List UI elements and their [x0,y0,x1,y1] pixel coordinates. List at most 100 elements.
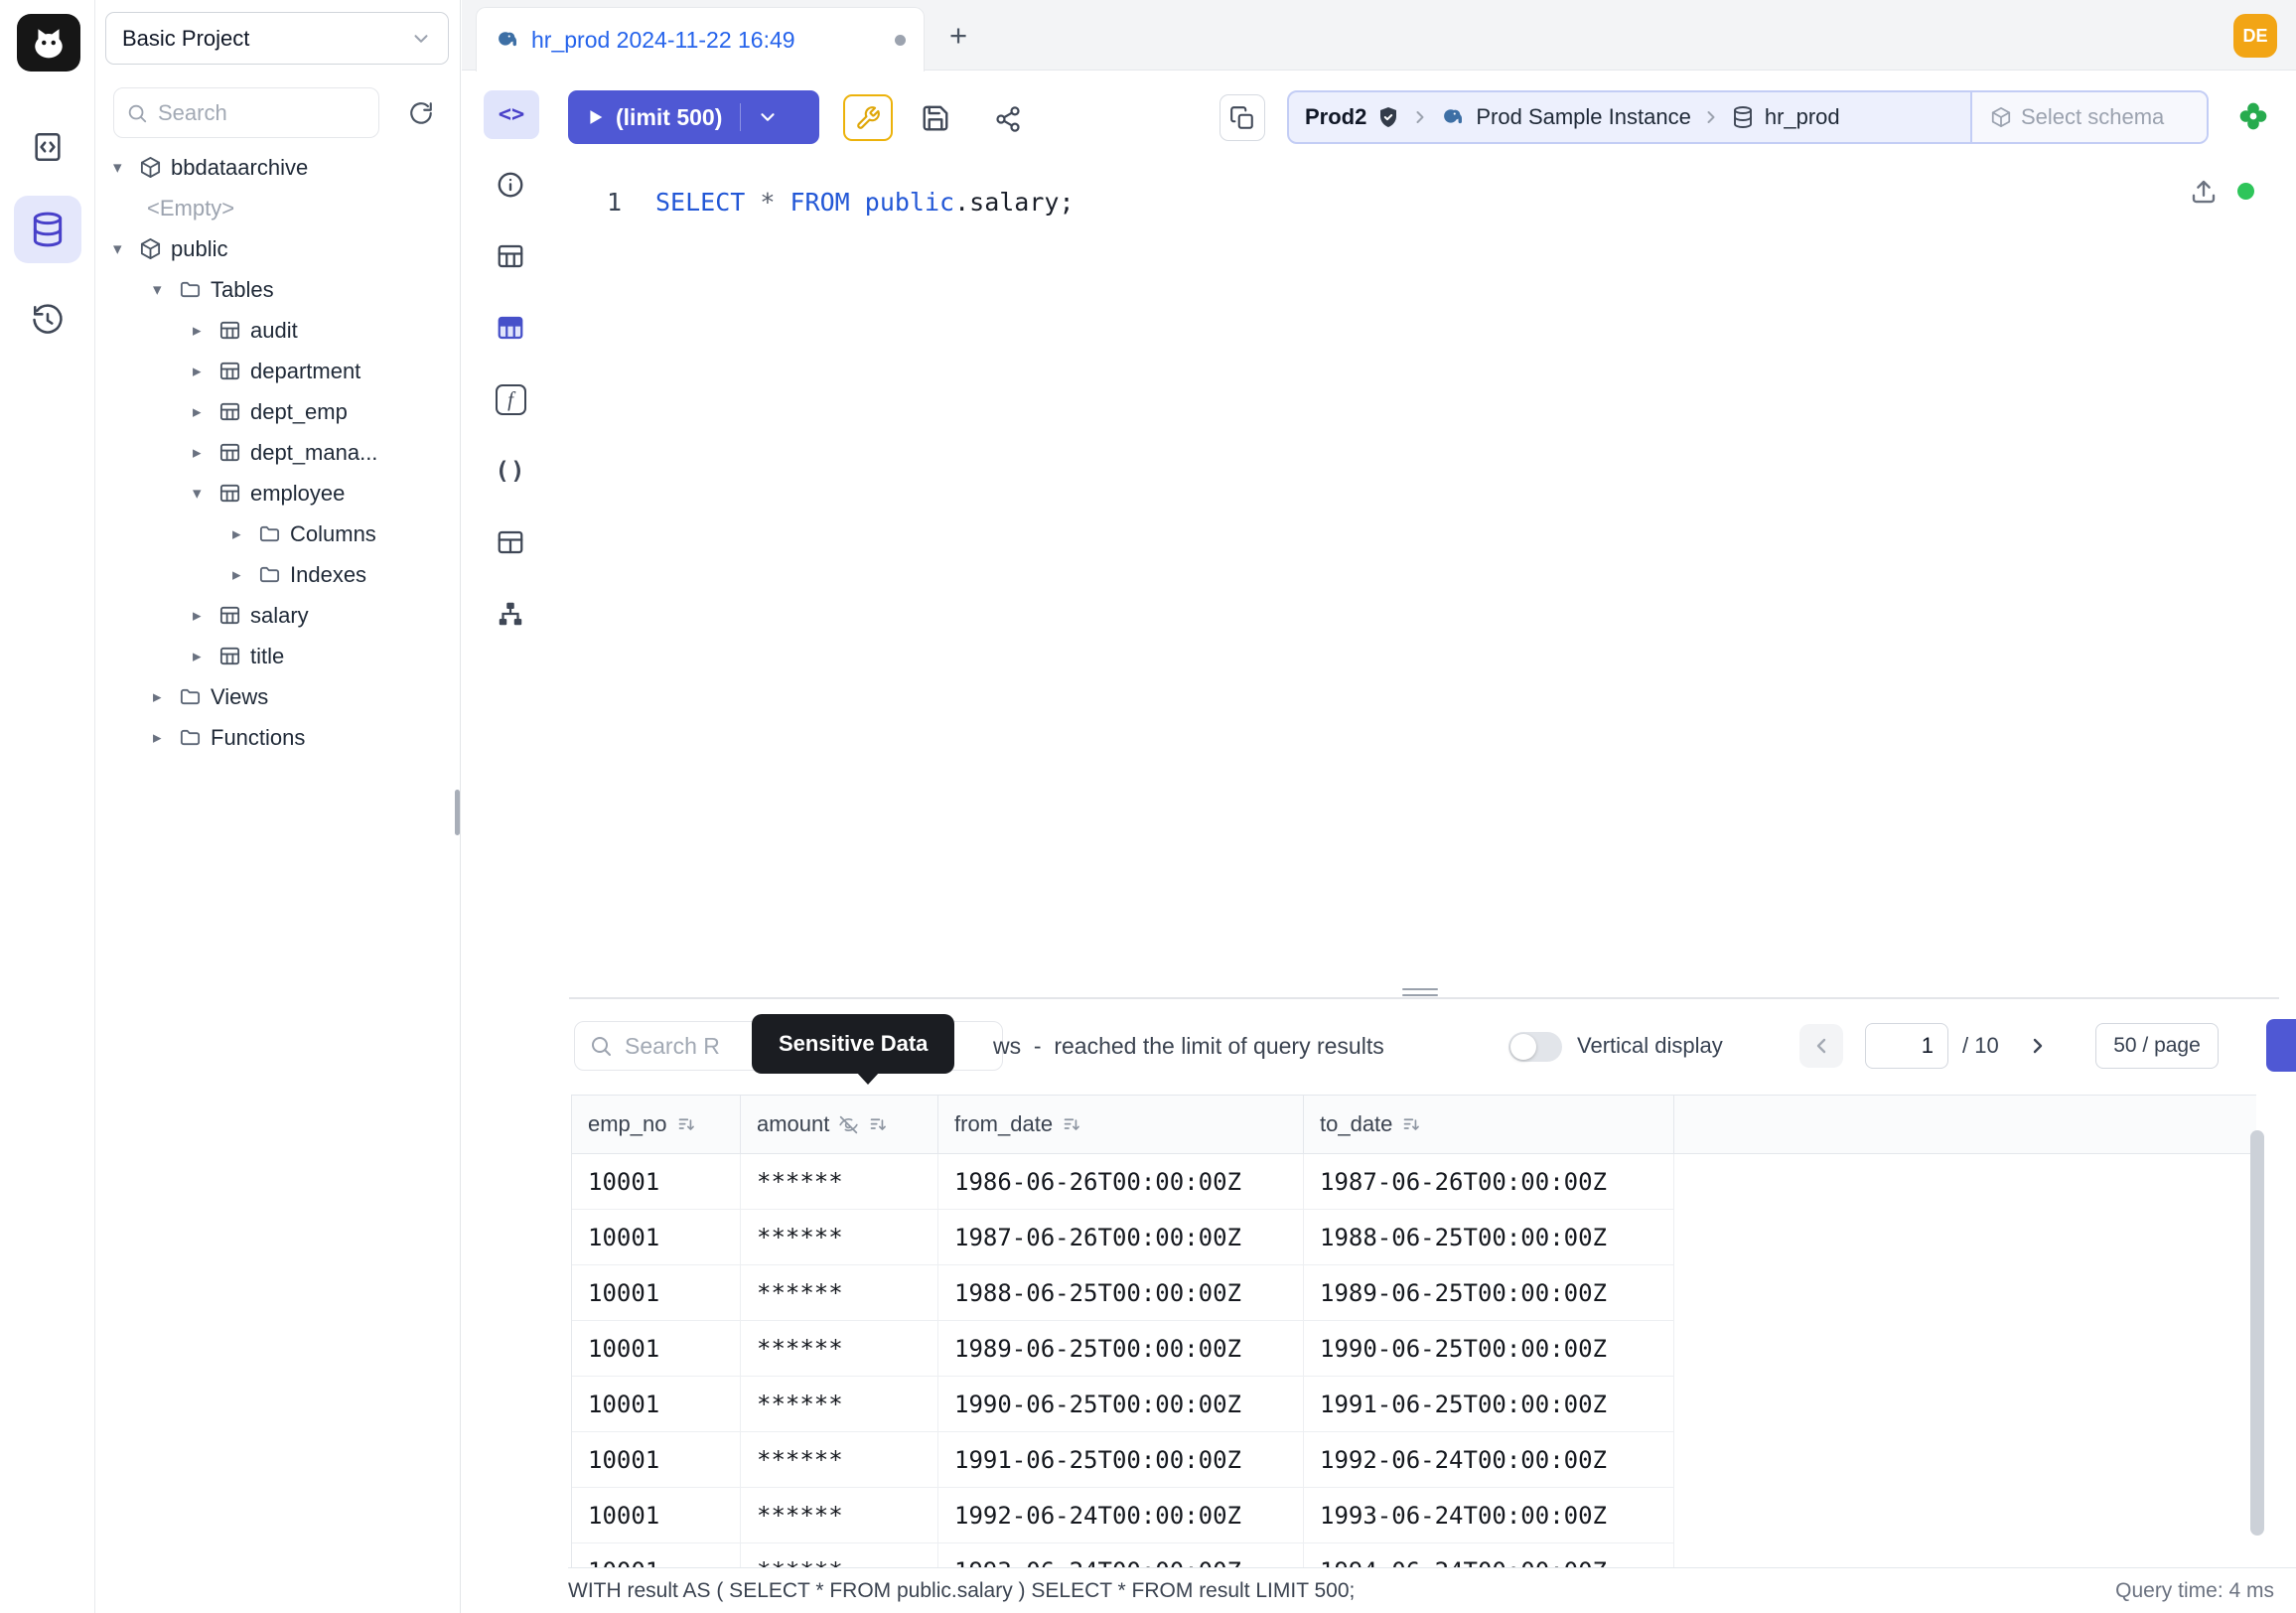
code-line[interactable]: SELECT * FROM public.salary; [655,188,1075,217]
table-gutter-button[interactable] [493,238,528,274]
ai-flower-icon [2236,99,2270,133]
tree-item-audit[interactable]: ▸audit [103,310,457,351]
project-selector[interactable]: Basic Project [105,12,449,65]
er-diagram-gutter-button[interactable] [493,596,528,632]
tree-item-columns[interactable]: ▸Columns [103,513,457,554]
caret-right-icon[interactable]: ▸ [193,606,218,626]
avatar[interactable]: DE [2233,14,2277,58]
sidebar-resize-handle[interactable] [455,790,460,835]
schema-tree: ▾bbdataarchive <Empty> ▾public▾Tables▸audi… [103,147,457,758]
tree-item-dept-emp[interactable]: ▸dept_emp [103,391,457,432]
table-icon [218,604,241,627]
run-options-chevron-icon[interactable] [757,106,779,128]
tree-item-tables[interactable]: ▾Tables [103,269,457,310]
tree-item-employee[interactable]: ▾employee [103,473,457,513]
prev-page-button[interactable] [1799,1024,1843,1068]
tree-item-salary[interactable]: ▸salary [103,595,457,636]
sort-icon[interactable] [868,1114,889,1135]
results-scrollbar[interactable] [2250,1130,2264,1536]
code-mode-button[interactable]: <> [484,90,539,139]
next-page-button[interactable] [2016,1024,2060,1068]
column-header-emp_no[interactable]: emp_no [572,1096,741,1154]
functions-gutter-button[interactable]: f [493,381,528,417]
table-cell-filler [1674,1432,2256,1488]
code-token: SELECT [655,188,745,217]
share-button[interactable] [989,100,1027,138]
tree-item-functions[interactable]: ▸Functions [103,717,457,758]
run-query-button[interactable]: (limit 500) [568,90,819,144]
tree-item-dept-mana[interactable]: ▸dept_mana... [103,432,457,473]
caret-down-icon[interactable]: ▾ [113,158,139,178]
page-number-input[interactable] [1865,1023,1948,1069]
caret-right-icon[interactable]: ▸ [232,524,258,544]
code-token [745,188,760,217]
admin-wrench-button[interactable] [843,94,893,141]
code-token: .salary; [954,188,1074,217]
tree-item-public[interactable]: ▾public [103,228,457,269]
tree-item-indexes[interactable]: ▸Indexes [103,554,457,595]
sort-icon[interactable] [1062,1114,1082,1135]
caret-right-icon[interactable]: ▸ [193,647,218,666]
table-cell: 1988-06-25T00:00:00Z [938,1265,1304,1321]
vertical-display-toggle[interactable] [1508,1032,1562,1062]
column-header-label: to_date [1320,1111,1392,1137]
table-row[interactable]: 10001******1989-06-25T00:00:00Z1990-06-2… [572,1321,2256,1377]
splitter-grip-icon[interactable] [1402,988,1438,1000]
column-header-to_date[interactable]: to_date [1304,1096,1674,1154]
table-cell: 1989-06-25T00:00:00Z [1304,1265,1674,1321]
caret-down-icon[interactable]: ▾ [113,239,139,259]
caret-down-icon[interactable]: ▾ [193,484,218,504]
tree-item-bbdataarchive[interactable]: ▾bbdataarchive [103,147,457,188]
connection-breadcrumb[interactable]: Prod2 Prod Sample Instance hr_prod Selec… [1287,90,2209,144]
table-row[interactable]: 10001******1988-06-25T00:00:00Z1989-06-2… [572,1265,2256,1321]
tree-item-views[interactable]: ▸Views [103,676,457,717]
schema-compare-button[interactable] [1220,94,1265,141]
table-row[interactable]: 10001******1992-06-24T00:00:00Z1993-06-2… [572,1488,2256,1543]
sidebar-search-input[interactable] [158,100,337,126]
caret-right-icon[interactable]: ▸ [193,321,218,341]
page-size-selector[interactable]: 50 / page [2095,1023,2219,1069]
table-row[interactable]: 10001******1987-06-26T00:00:00Z1988-06-2… [572,1210,2256,1265]
sql-editor-nav-icon[interactable] [26,125,70,169]
column-header-amount[interactable]: amount [741,1096,938,1154]
caret-right-icon[interactable]: ▸ [232,565,258,585]
history-nav-icon[interactable] [26,298,70,342]
caret-right-icon[interactable]: ▸ [193,402,218,422]
app-logo-icon[interactable] [17,14,80,72]
table-row[interactable]: 10001******1990-06-25T00:00:00Z1991-06-2… [572,1377,2256,1432]
select-schema-button[interactable]: Select schema [1970,92,2207,142]
caret-right-icon[interactable]: ▸ [153,687,179,707]
refresh-button[interactable] [399,91,443,135]
table-row[interactable]: 10001******1993-06-24T00:00:00Z1994-06-2… [572,1543,2256,1567]
export-button[interactable] [2188,176,2220,208]
table-row[interactable]: 10001******1986-06-26T00:00:00Z1987-06-2… [572,1154,2256,1210]
tree-item-department[interactable]: ▸department [103,351,457,391]
copy-icon [1229,105,1255,131]
caret-down-icon[interactable]: ▾ [153,280,179,300]
sort-icon[interactable] [1401,1114,1422,1135]
save-button[interactable] [915,97,956,139]
eye-off-icon[interactable] [838,1114,859,1135]
sheet-gutter-button[interactable] [493,524,528,560]
column-header-from_date[interactable]: from_date [938,1096,1304,1154]
caret-right-icon[interactable]: ▸ [193,443,218,463]
caret-right-icon[interactable]: ▸ [193,362,218,381]
collapse-panel-button[interactable] [2266,1019,2296,1072]
table-row[interactable]: 10001******1991-06-25T00:00:00Z1992-06-2… [572,1432,2256,1488]
results-table-header: emp_noamountfrom_date to_date [572,1096,2256,1154]
add-tab-button[interactable]: + [937,15,979,57]
database-nav-active[interactable] [14,196,81,263]
package-icon [139,156,162,179]
procedures-gutter-button[interactable]: () [493,453,528,489]
tab-hr-prod[interactable]: hr_prod 2024-11-22 16:49 [476,7,925,72]
ai-assistant-button[interactable] [2232,95,2274,137]
tree-item-title[interactable]: ▸title [103,636,457,676]
info-gutter-button[interactable] [493,167,528,203]
sort-icon[interactable] [676,1114,697,1135]
sidebar-search[interactable] [113,87,379,138]
tree-item-label: <Empty> [147,196,234,221]
sensitive-table-gutter-button[interactable] [493,310,528,346]
postgres-elephant-icon [1440,104,1466,130]
caret-right-icon[interactable]: ▸ [153,728,179,748]
tab-modified-dot [895,35,906,46]
